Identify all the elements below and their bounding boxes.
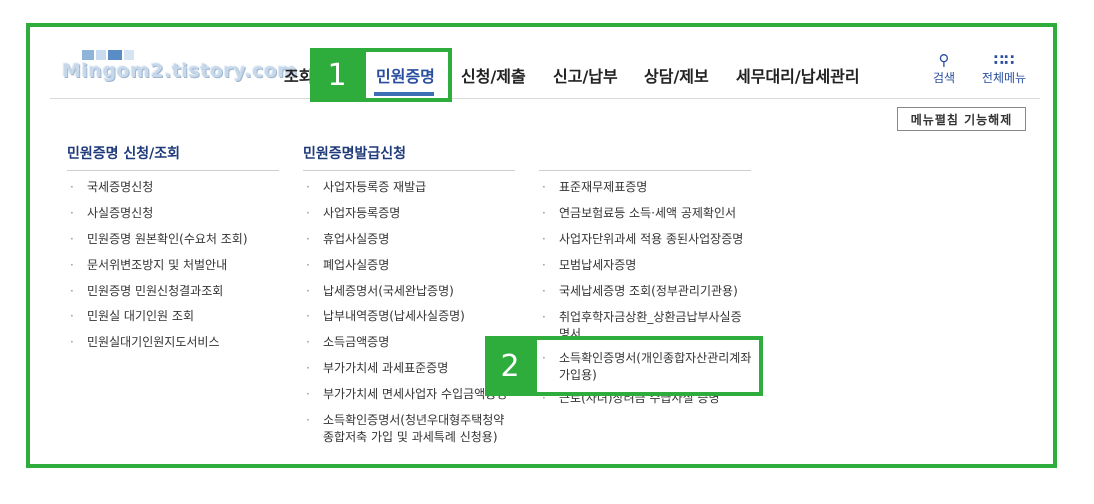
search-button[interactable]: ⚲ 검색	[914, 52, 974, 86]
search-label: 검색	[932, 71, 956, 85]
menu-item[interactable]: · 사업자등록증 재발급	[306, 179, 516, 196]
column-title-inquiry: 민원증명 신청/조회	[67, 146, 181, 162]
all-menu-button[interactable]: ∷∷ 전체메뉴	[974, 52, 1034, 86]
grid-icon: ∷∷	[993, 51, 1015, 69]
column-divider	[539, 170, 751, 171]
nav-item-report-pay[interactable]: 신고/납부	[553, 63, 618, 87]
column-divider	[303, 170, 515, 171]
menu-item[interactable]: · 폐업사실증명	[306, 257, 516, 274]
menu-item[interactable]: · 국세증명신청	[70, 179, 280, 196]
nav-item-apply-submit[interactable]: 신청/제출	[461, 63, 526, 87]
menu-item[interactable]: · 휴업사실증명	[306, 231, 516, 248]
menu-item[interactable]: · 민원증명 원본확인(수요처 조회)	[70, 231, 280, 248]
menu-item[interactable]: · 국세납세증명 조회(정부관리기관용)	[542, 283, 752, 300]
nav-item-tax-agent[interactable]: 세무대리/납세관리	[736, 63, 860, 87]
menu-item[interactable]: · 모범납세자증명	[542, 257, 752, 274]
menu-item-income-confirm-isa[interactable]: · 소득확인증명서(개인종합자산관리계좌 가입용)	[542, 350, 752, 384]
menu-item[interactable]: · 민원증명 민원신청결과조회	[70, 283, 280, 300]
menu-item[interactable]: · 사실증명신청	[70, 205, 280, 222]
menu-item[interactable]: · 민원실대기인원지도서비스	[70, 334, 280, 351]
column-divider	[67, 170, 279, 171]
menu-item[interactable]: · 연금보험료등 소득·세액 공제확인서	[542, 205, 752, 222]
step-1-highlight	[362, 48, 452, 102]
menu-item[interactable]: · 납부내역증명(납세사실증명)	[306, 308, 516, 325]
menu-item[interactable]: · 납세증명서(국세완납증명)	[306, 283, 516, 300]
header-divider	[50, 98, 1040, 99]
menu-expand-disable-button[interactable]: 메뉴펼침 기능해제	[897, 107, 1026, 131]
menu-item[interactable]: · 소득확인증명서(청년우대형주택청약종합저축 가입 및 과세특례 신청용)	[306, 412, 506, 446]
all-menu-label: 전체메뉴	[981, 71, 1027, 85]
step-2-marker: 2	[485, 336, 535, 396]
step-2-highlight: · 소득확인증명서(개인종합자산관리계좌 가입용)	[533, 336, 763, 396]
site-logo[interactable]: Mingom2.tistory.com	[62, 60, 298, 82]
column-title-issue: 민원증명발급신청	[303, 146, 407, 162]
nav-item-consult-report[interactable]: 상담/제보	[644, 63, 709, 87]
menu-item[interactable]: · 사업자단위과세 적용 종된사업장증명	[542, 231, 762, 248]
menu-item[interactable]: · 민원실 대기인원 조회	[70, 308, 280, 325]
step-1-marker: 1	[310, 48, 364, 102]
menu-item[interactable]: · 사업자등록증명	[306, 205, 516, 222]
menu-item[interactable]: · 표준재무제표증명	[542, 179, 752, 196]
menu-item[interactable]: · 문서위변조방지 및 처벌안내	[70, 257, 280, 274]
search-icon: ⚲	[938, 51, 950, 69]
